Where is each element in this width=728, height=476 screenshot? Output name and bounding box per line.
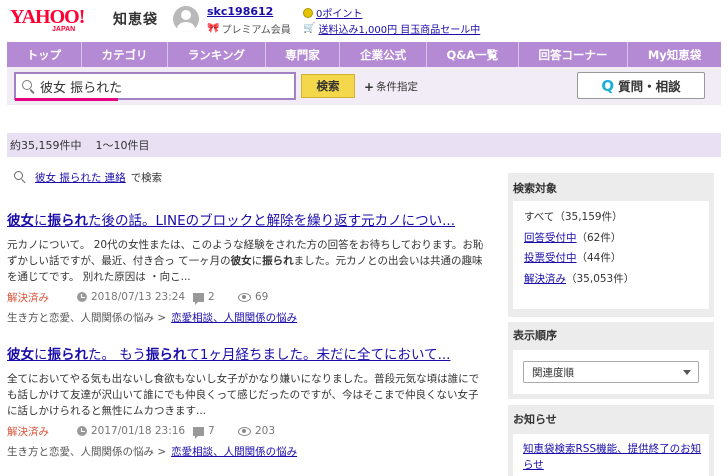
- sort-title: 表示順序: [513, 329, 557, 342]
- result-snippet: 元カノについて。 20代の女性または、このような経験をされた方の回答をお待ちして…: [7, 239, 484, 283]
- result-snippet: 全てにおいてやる気も出ないし食欲もないし女子がかなり嫌いになりました。普段元気な…: [7, 373, 480, 417]
- search-button[interactable]: 検索: [301, 74, 355, 98]
- result-item: 彼女に振られた。 もう振られて1ヶ月経ちました。未だに全てにおいて... 全てに…: [7, 343, 485, 459]
- result-title-link[interactable]: 彼女に振られた後の話。LINEのブロックと解除を繰り返す元カノについ...: [7, 209, 485, 229]
- filter-list: すべて（35,159件） 回答受付中（62件） 投票受付中（44件） 解決済み（…: [513, 201, 709, 309]
- result-date: 2017/01/18 23:16: [91, 425, 186, 437]
- search-box[interactable]: [14, 72, 296, 100]
- gift-icon: 🎀: [207, 23, 220, 34]
- result-category: 生き方と恋愛、人間関係の悩み > 恋愛相談、人間関係の悩み: [7, 310, 485, 325]
- category-path: 生き方と恋愛、人間関係の悩み >: [7, 312, 167, 324]
- result-date: 2018/07/13 23:24: [91, 291, 186, 303]
- filter-count: （35,159件）: [554, 211, 623, 223]
- result-meta: 解決済み 2018/07/13 23:24 2 69: [7, 290, 485, 305]
- filter-count: （35,053件）: [566, 272, 635, 285]
- nav-item-top[interactable]: トップ: [7, 42, 82, 67]
- eye-icon: [238, 426, 251, 436]
- view-count: 203: [255, 425, 276, 437]
- clock-icon: [77, 426, 87, 436]
- nav-item-answer-corner[interactable]: 回答コーナー: [519, 42, 629, 67]
- clock-icon: [77, 292, 87, 302]
- filter-count: （62件）: [576, 231, 622, 244]
- filter-item-all: すべて（35,159件）: [524, 210, 709, 231]
- filter-item-solved: 解決済み（35,053件）: [524, 272, 709, 293]
- svg-text:YAHOO!: YAHOO!: [10, 6, 84, 28]
- comment-icon: [193, 426, 204, 439]
- filter-item-open: 回答受付中（62件）: [524, 231, 709, 252]
- status-badge: 解決済み: [7, 291, 49, 304]
- svg-text:JAPAN: JAPAN: [52, 26, 75, 32]
- notice-card: 知恵袋検索RSS機能、提供終了のお知らせ: [513, 434, 709, 476]
- chevron-down-icon: [683, 370, 691, 375]
- promo-link[interactable]: 送料込み1,000円 目玉商品セール中: [318, 21, 480, 36]
- search-icon: [22, 79, 35, 93]
- cart-icon: 🛒: [303, 23, 316, 34]
- result-title-link[interactable]: 彼女に振られた。 もう振られて1ヶ月経ちました。未だに全てにおいて...: [7, 343, 485, 363]
- category-link[interactable]: 恋愛相談、人間関係の悩み: [171, 310, 297, 325]
- results-total: 約35,159件中: [10, 139, 82, 152]
- filter-label: すべて: [524, 211, 555, 223]
- ask-question-button[interactable]: Q 質問・相談: [577, 72, 705, 99]
- search-input[interactable]: [40, 78, 280, 94]
- nav-item-qa-list[interactable]: Q&A一覧: [427, 42, 519, 67]
- nav-item-official[interactable]: 企業公式: [340, 42, 427, 67]
- filter-title: 検索対象: [513, 182, 557, 195]
- status-badge: 解決済み: [7, 425, 49, 438]
- filter-count: （44件）: [576, 252, 622, 264]
- sort-card: 関連度順: [513, 350, 709, 394]
- sort-select[interactable]: 関連度順: [523, 361, 699, 383]
- nav-item-ranking[interactable]: ランキング: [168, 42, 266, 67]
- nav-item-category[interactable]: カテゴリ: [82, 42, 169, 67]
- promo-banner: 🛒 送料込み1,000円 目玉商品セール中: [303, 21, 480, 36]
- nav-item-my-chiebukuro[interactable]: My知恵袋: [628, 42, 721, 67]
- answer-count: 7: [208, 425, 215, 437]
- results-main: 彼女 振られた 連絡 で検索: [7, 166, 501, 188]
- filter-link[interactable]: 投票受付中: [524, 252, 577, 264]
- view-count: 69: [255, 291, 269, 303]
- yahoo-japan-logo[interactable]: YAHOO! JAPAN: [10, 6, 102, 32]
- result-meta: 解決済み 2017/01/18 23:16 7 203: [7, 424, 485, 439]
- eye-icon: [238, 292, 251, 302]
- points-link[interactable]: 0ポイント: [316, 5, 362, 20]
- search-hint: 彼女 振られた 連絡 で検索: [14, 166, 501, 188]
- username-link[interactable]: skc198612: [207, 5, 273, 18]
- condition-link[interactable]: + 条件指定: [364, 79, 418, 94]
- filter-link[interactable]: 回答受付中: [524, 232, 577, 244]
- notice-link[interactable]: 知恵袋検索RSS機能、提供終了のお知らせ: [513, 434, 709, 473]
- results-count-bar: 約35,159件中 1〜10件目: [7, 133, 721, 157]
- filter-card: すべて（35,159件） 回答受付中（62件） 投票受付中（44件） 解決済み（…: [513, 201, 709, 309]
- comment-icon: [193, 292, 204, 305]
- sort-selected: 関連度順: [532, 366, 574, 379]
- filter-link[interactable]: 解決済み: [524, 273, 566, 285]
- premium-badge: 🎀 プレミアム会員: [207, 21, 291, 36]
- plus-icon: +: [364, 79, 375, 94]
- premium-label: プレミアム会員: [221, 25, 291, 36]
- notice-panel: お知らせ 知恵袋検索RSS機能、提供終了のお知らせ: [508, 405, 714, 476]
- ask-label: 質問・相談: [618, 79, 681, 94]
- filter-item-voting: 投票受付中（44件）: [524, 251, 709, 272]
- notice-title: お知らせ: [513, 413, 557, 426]
- points-icon: [303, 7, 313, 18]
- answer-count: 2: [208, 291, 215, 303]
- category-link[interactable]: 恋愛相談、人間関係の悩み: [171, 444, 297, 459]
- main-nav: トップ カテゴリ ランキング 専門家 企業公式 Q&A一覧 回答コーナー My知…: [7, 42, 721, 67]
- query-highlight-underline: [15, 98, 118, 101]
- question-q-icon: Q: [601, 76, 615, 95]
- nav-item-experts[interactable]: 専門家: [266, 42, 341, 67]
- points-indicator: 0ポイント: [303, 5, 362, 20]
- condition-label: 条件指定: [376, 81, 419, 93]
- search-hint-suffix: で検索: [130, 171, 163, 184]
- suggested-query-link[interactable]: 彼女 振られた 連絡: [35, 170, 126, 185]
- results-range: 1〜10件目: [95, 139, 150, 152]
- search-icon: [14, 171, 26, 183]
- result-item: 彼女に振られた後の話。LINEのブロックと解除を繰り返す元カノについ... 元カ…: [7, 209, 485, 325]
- category-path: 生き方と恋愛、人間関係の悩み >: [7, 446, 167, 458]
- result-category: 生き方と恋愛、人間関係の悩み > 恋愛相談、人間関係の悩み: [7, 444, 485, 459]
- avatar[interactable]: [173, 6, 199, 32]
- sort-panel: 表示順序 関連度順: [508, 322, 714, 399]
- site-header: YAHOO! JAPAN 知恵袋 skc198612 🎀 プレミアム会員 0ポイ…: [0, 0, 728, 42]
- filter-panel: 検索対象 すべて（35,159件） 回答受付中（62件） 投票受付中（44件） …: [508, 173, 714, 317]
- service-name[interactable]: 知恵袋: [113, 9, 158, 29]
